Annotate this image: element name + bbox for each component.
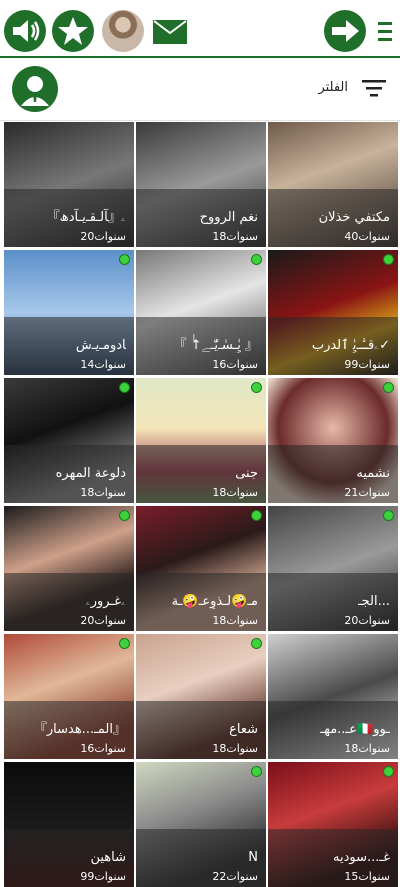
online-status-dot [251,254,262,265]
tile-user-age: 20سنوات [80,614,126,627]
online-status-dot [119,638,130,649]
user-tile[interactable]: غـ...سوديه 15سنوات [268,762,398,887]
tile-user-age: 99سنوات [344,358,390,371]
tile-user-age: 20سنوات [80,230,126,243]
tile-user-age: 18سنوات [344,742,390,755]
user-tile[interactable]: شعاع 18سنوات [136,634,266,759]
online-status-dot [383,510,394,521]
tile-user-age: 16سنوات [212,358,258,371]
filter-icon[interactable] [362,78,386,98]
tile-user-name: ۦقـٰ٘ـﯾِٰ ٱلدرب✓ [311,338,390,353]
tile-user-name: 『المـ...هدسار』 [33,722,126,737]
mail-icon[interactable] [153,20,187,44]
online-status-dot [251,766,262,777]
user-tile[interactable]: ۦغـرورۦ 20سنوات [4,506,134,631]
tile-user-age: 21سنوات [344,486,390,499]
tile-user-age: 15سنوات [344,870,390,883]
user-avatar[interactable] [102,10,144,52]
tile-user-name: شاهين [90,850,126,865]
tile-user-name: عـ..مهـ🇮🇹ـوو [320,722,390,737]
menu-icon[interactable] [378,20,392,42]
tile-user-age: 18سنوات [212,230,258,243]
tile-user-name: الجـ... [357,594,390,609]
tile-user-age: 14سنوات [80,358,126,371]
tile-user-name: غـ...سوديه [333,850,390,865]
user-tile[interactable]: مـ🤪لـذوٍعـ🤪ـة 18سنوات [136,506,266,631]
tile-user-age: 18سنوات [212,614,258,627]
tile-user-age: 99سنوات [80,870,126,883]
tile-user-age: 18سنوات [80,486,126,499]
online-status-dot [119,382,130,393]
tile-user-name: مكتفي خذلان [318,210,390,225]
tile-user-age: 22سنوات [212,870,258,883]
tile-user-name: دلوعة المهره [55,466,126,481]
tile-user-age: 40سنوات [344,230,390,243]
arrow-right-icon[interactable] [324,10,366,52]
profile-icon[interactable] [12,66,58,112]
user-tile[interactable]: ﺂﺩﻭﻣـﯾـﺵ 14سنوات [4,250,134,375]
user-tile[interactable]: نشميه 21سنوات [268,378,398,503]
user-tile[interactable]: الجـ... 20سنوات [268,506,398,631]
online-status-dot [119,254,130,265]
user-tile[interactable]: جنى 18سنوات [136,378,266,503]
user-tile[interactable]: ۦقـٰ٘ـﯾِٰ ٱلدرب✓ 99سنوات [268,250,398,375]
tile-user-name: 『ﺂلـقـﯾـﺂدﮪ』ۦ [46,210,126,225]
user-tile[interactable]: 『 ↑ٰٰﯾِٰـسٰـﯾّٰـﮯ 』 16سنوات [136,250,266,375]
tile-user-name: جنى [235,466,258,481]
online-status-dot [251,382,262,393]
tile-user-name: نغم الرووح [199,210,258,225]
user-tile[interactable]: 『ﺂلـقـﯾـﺂدﮪ』ۦ 20سنوات [4,122,134,247]
tile-user-name: ۦغـرورۦ [85,594,126,609]
tile-user-age: 18سنوات [212,486,258,499]
speaker-icon[interactable] [4,10,46,52]
tile-user-name: ﺂﺩﻭﻣـﯾـﺵ [75,338,126,353]
online-status-dot [119,510,130,521]
online-status-dot [251,638,262,649]
tile-user-name: N [248,850,258,865]
tile-user-age: 18سنوات [212,742,258,755]
user-tile[interactable]: نغم الرووح 18سنوات [136,122,266,247]
user-tile[interactable]: شاهين 99سنوات [4,762,134,887]
tile-user-name: شعاع [229,722,258,737]
star-icon[interactable] [52,10,94,52]
user-tile[interactable]: عـ..مهـ🇮🇹ـوو 18سنوات [268,634,398,759]
tile-user-name: 『 ↑ٰٰﯾِٰـسٰـﯾّٰـﮯ 』 [173,338,258,353]
tile-user-name: مـ🤪لـذوٍعـ🤪ـة [171,594,258,609]
user-tile[interactable]: دلوعة المهره 18سنوات [4,378,134,503]
online-status-dot [383,766,394,777]
filter-bar: الفلتر [0,58,400,121]
online-status-dot [383,382,394,393]
user-tile[interactable]: مكتفي خذلان 40سنوات [268,122,398,247]
online-status-dot [251,510,262,521]
tile-user-age: 16سنوات [80,742,126,755]
online-status-dot [383,254,394,265]
tile-user-name: نشميه [356,466,390,481]
user-tile[interactable]: N 22سنوات [136,762,266,887]
top-bar [0,0,400,58]
tile-user-age: 20سنوات [344,614,390,627]
user-tile[interactable]: 『المـ...هدسار』 16سنوات [4,634,134,759]
filter-label[interactable]: الفلتر [300,80,348,95]
